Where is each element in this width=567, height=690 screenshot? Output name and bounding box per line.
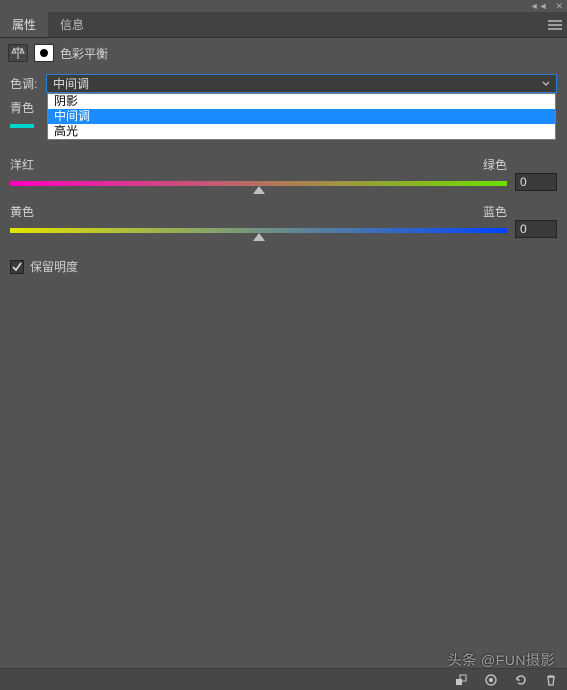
tab-properties[interactable]: 属性 [0,12,48,37]
slider2-value[interactable] [515,220,557,238]
slider-yellow-blue[interactable] [10,228,507,233]
slider1-thumb[interactable] [253,186,265,194]
collapse-icon[interactable]: ◄◄ [530,1,548,11]
cyan-label: 青色 [10,99,40,116]
close-icon[interactable]: ✕ [555,1,563,12]
cyan-red-track-fragment [10,124,34,128]
balance-scale-icon [8,44,28,62]
tone-option-shadows[interactable]: 阴影 [48,94,555,109]
mask-icon [34,44,54,62]
tab-info[interactable]: 信息 [48,12,96,37]
preserve-luminosity-label: 保留明度 [30,258,78,275]
panel-title: 色彩平衡 [60,45,108,62]
slider2-thumb[interactable] [253,233,265,241]
slider1-value[interactable] [515,173,557,191]
tone-label: 色调: [10,75,40,92]
tone-option-highlights[interactable]: 高光 [48,124,555,139]
slider1-right-label: 绿色 [483,156,507,173]
slider2-right-label: 蓝色 [483,203,507,220]
tone-dropdown[interactable]: 中间调 阴影 中间调 高光 [46,74,557,93]
watermark: 头条 @FUN摄影 [448,650,555,670]
tone-option-midtones[interactable]: 中间调 [48,109,555,124]
slider2-left-label: 黄色 [10,203,34,220]
reset-icon[interactable] [513,672,529,688]
tone-value: 中间调 [53,75,89,92]
slider1-left-label: 洋红 [10,156,34,173]
view-previous-icon[interactable] [483,672,499,688]
trash-icon[interactable] [543,672,559,688]
preserve-luminosity-checkbox[interactable] [10,260,24,274]
chevron-down-icon [542,77,550,91]
tone-dropdown-list: 阴影 中间调 高光 [47,93,556,140]
slider-magenta-green[interactable] [10,181,507,186]
clip-to-layer-icon[interactable] [453,672,469,688]
panel-menu-icon[interactable] [543,12,567,37]
